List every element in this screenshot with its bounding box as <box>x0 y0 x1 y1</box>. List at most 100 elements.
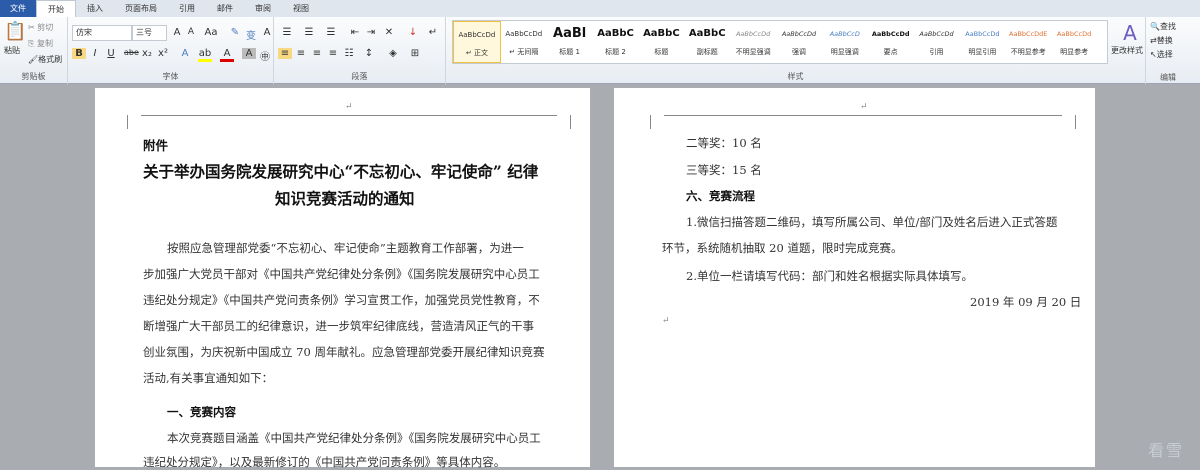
align-center-icon[interactable]: ≡ <box>294 48 308 59</box>
clear-format-icon[interactable]: ✎ <box>228 27 242 38</box>
style-item[interactable]: AaBbCcDd 不明显强调 <box>730 21 776 63</box>
numbering-icon[interactable]: ☰ <box>302 27 316 38</box>
tab-file[interactable]: 文件 <box>0 0 36 17</box>
right-page[interactable]: ↵ 二等奖：10 名 三等奖：15 名 六、竞赛流程 1.微信扫描答题二维码，填… <box>614 88 1095 467</box>
subscript-icon[interactable]: x₂ <box>140 48 154 59</box>
align-left-icon[interactable]: ≡ <box>278 48 292 59</box>
header-line <box>141 115 557 129</box>
bullets-icon[interactable]: ☰ <box>280 27 294 38</box>
shading-icon[interactable]: ◈ <box>386 48 400 59</box>
tab-mailings[interactable]: 邮件 <box>206 0 244 17</box>
replace-label: 替换 <box>1156 36 1173 45</box>
char-border-icon[interactable]: A <box>260 27 274 38</box>
style-item[interactable]: AaBbCcDd 明显引用 <box>959 21 1005 63</box>
italic-icon[interactable]: I <box>88 48 102 59</box>
strikethrough-icon[interactable]: abe <box>124 48 139 57</box>
style-preview: AaBbC <box>688 28 726 39</box>
style-item[interactable]: AaBbC 副标题 <box>684 21 730 63</box>
body-line: 步加强广大党员干部对《中国共产党纪律处分条例》《国务院发展研究中心员工 <box>143 267 540 281</box>
justify-icon[interactable]: ≡ <box>326 48 340 59</box>
style-item[interactable]: AaBbCcDd ↵ 正文 <box>453 21 501 63</box>
style-preview: AaBbCcDdE <box>1009 30 1048 38</box>
distributed-icon[interactable]: ☷ <box>342 48 356 59</box>
tab-view[interactable]: 视图 <box>282 0 320 17</box>
body-line: 2.单位一栏请填写代码：部门和姓名根据实际具体填写。 <box>686 269 973 283</box>
style-item[interactable]: AaBbCcDd 明显参考 <box>1051 21 1097 63</box>
style-name: 副标题 <box>696 48 718 56</box>
grow-font-icon[interactable]: A <box>170 27 184 38</box>
select-button[interactable]: ↖选择 <box>1150 49 1173 60</box>
style-item[interactable]: AaBbCcDd 强调 <box>776 21 822 63</box>
editing-label: 编辑 <box>1160 73 1176 82</box>
cut-label: 剪切 <box>37 23 54 32</box>
font-label: 字体 <box>162 72 179 81</box>
change-styles-icon[interactable]: A <box>1118 21 1142 45</box>
chinese-layout-icon[interactable]: ✕ <box>382 27 396 38</box>
sort-icon[interactable]: ↓ <box>406 27 420 38</box>
align-right-icon[interactable]: ≡ <box>310 48 324 59</box>
body-line: 按照应急管理部党委“不忘初心、牢记使命”主题教育工作部署，为进一 <box>167 241 524 255</box>
decrease-indent-icon[interactable]: ⇤ <box>348 27 362 38</box>
style-name: 强调 <box>791 48 806 56</box>
paste-button[interactable]: 粘贴 <box>4 45 20 56</box>
format-painter-button[interactable]: 🖌格式刷 <box>28 54 62 65</box>
font-color-icon[interactable]: A <box>220 48 234 62</box>
style-preview: AaBbCcDd <box>1056 30 1092 38</box>
change-case-icon[interactable]: Aa <box>204 27 218 38</box>
style-item[interactable]: AaBbC 标题 2 <box>593 21 639 63</box>
style-preview: AaBbCcDd <box>965 30 1000 38</box>
style-item[interactable]: AaBbCcD 明显强调 <box>822 21 868 63</box>
tab-review[interactable]: 审阅 <box>244 0 282 17</box>
highlight-icon[interactable]: ab <box>198 48 212 62</box>
style-name: 明显强调 <box>830 48 859 56</box>
bold-icon[interactable]: B <box>72 48 86 59</box>
style-item[interactable]: AaBbC 标题 <box>638 21 684 63</box>
show-marks-icon[interactable]: ↵ <box>426 27 440 38</box>
cut-button[interactable]: ✂ 剪切 <box>28 22 53 33</box>
style-name: 明显参考 <box>1060 48 1089 56</box>
shrink-font-icon[interactable]: A <box>184 27 198 37</box>
font-size-select[interactable]: 三号 <box>132 25 167 41</box>
style-item[interactable]: AaBl 标题 1 <box>547 21 593 63</box>
copy-button[interactable]: ⎘ 复制 <box>28 38 53 49</box>
find-button[interactable]: 🔍查找 <box>1150 21 1176 32</box>
styles-gallery: AaBbCcDd ↵ 正文 AaBbCcDd ↵ 无间隔 AaBl 标题 1 AaBbC 标题… <box>452 20 1108 64</box>
style-name: 标题 1 <box>559 48 580 56</box>
style-name: ↵ 正文 <box>465 49 488 57</box>
style-preview: AaBbCcDd <box>919 30 954 38</box>
style-item[interactable]: AaBbCcDd 要点 <box>868 21 914 63</box>
style-preview: AaBbCcDd <box>735 30 771 38</box>
clipboard-label: 剪贴板 <box>21 72 46 81</box>
ribbon-tabs: 文件 开始 插入 页面布局 引用 邮件 审阅 视图 <box>0 0 1200 17</box>
phonetic-icon[interactable]: 变 <box>244 27 258 42</box>
style-preview: AaBbC <box>597 28 634 39</box>
left-page[interactable]: ↵ 附件 关于举办国务院发展研究中心“不忘初心、牢记使命” 纪律 知识竞赛活动的… <box>95 88 590 469</box>
style-item[interactable]: AaBbCcDd ↵ 无间隔 <box>501 21 547 63</box>
format-painter-label: 格式刷 <box>38 55 63 64</box>
char-shading-icon[interactable]: A <box>242 48 256 59</box>
tab-insert[interactable]: 插入 <box>76 0 114 17</box>
copy-label: 复制 <box>36 39 53 48</box>
paragraph-group: ☰ ☰ ☰ ⇤ ⇥ ✕ ↓ ↵ ≡ ≡ ≡ ≡ ☷ ↕ ◈ ⊞ 段落 <box>274 17 446 84</box>
borders-icon[interactable]: ⊞ <box>408 48 422 59</box>
style-preview: AaBbC <box>643 28 680 39</box>
watermark: 看雪 <box>1147 441 1184 460</box>
superscript-icon[interactable]: x² <box>156 48 170 59</box>
ribbon: 📋 粘贴 ✂ 剪切 ⎘ 复制 🖌格式刷 剪贴板 仿宋 三号 A A Aa ✎ 变… <box>0 17 1200 84</box>
multilevel-list-icon[interactable]: ☰ <box>324 27 338 38</box>
style-preview: AaBbCcDd <box>505 30 543 38</box>
change-styles-button[interactable]: 更改样式 <box>1111 45 1143 56</box>
tab-home[interactable]: 开始 <box>36 0 76 17</box>
tab-page-layout[interactable]: 页面布局 <box>114 0 168 17</box>
increase-indent-icon[interactable]: ⇥ <box>364 27 378 38</box>
line-spacing-icon[interactable]: ↕ <box>362 48 376 59</box>
style-item[interactable]: AaBbCcDd 引用 <box>914 21 960 63</box>
tab-references[interactable]: 引用 <box>168 0 206 17</box>
body-line: 违纪处分规定》，以及最新修订的《中国共产党问责条例》等具体内容。 <box>143 455 506 469</box>
enclose-char-icon[interactable]: ㊥ <box>258 48 272 63</box>
text-effects-icon[interactable]: A <box>178 48 192 59</box>
replace-button[interactable]: ⇄替换 <box>1150 35 1173 46</box>
font-name-select[interactable]: 仿宋 <box>72 25 132 41</box>
underline-icon[interactable]: U <box>104 48 118 59</box>
style-item[interactable]: AaBbCcDdE 不明显参考 <box>1005 21 1051 63</box>
